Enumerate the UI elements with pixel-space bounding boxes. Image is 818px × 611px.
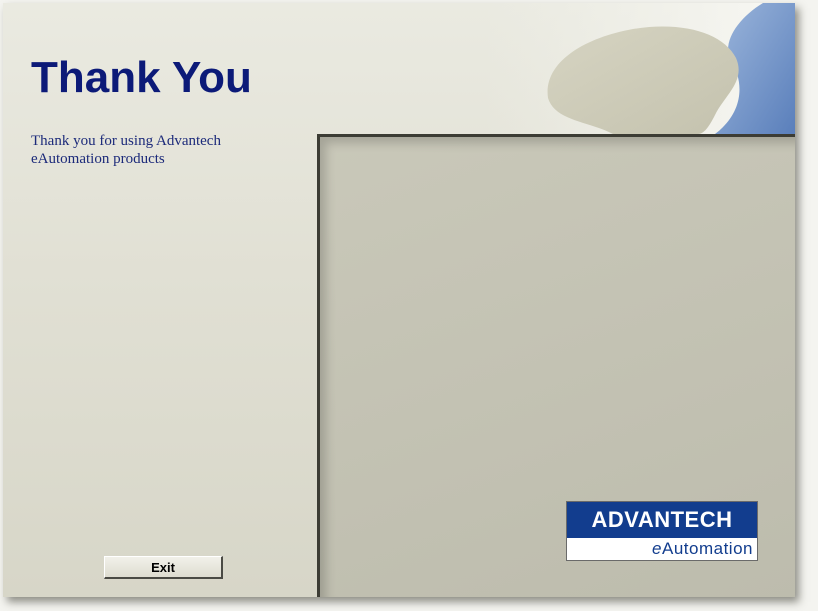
logo-brand-text: ADVANTECH — [567, 502, 757, 538]
thank-you-window: Thank You Thank you for using Advantech … — [3, 3, 795, 597]
thank-you-message: Thank you for using Advantech eAutomatio… — [31, 132, 291, 168]
installer-screen: Thank You Thank you for using Advantech … — [0, 0, 818, 611]
logo-tagline-italic-e: e — [652, 539, 662, 558]
content-panel: ADVANTECH eAutomation — [317, 134, 795, 597]
advantech-logo: ADVANTECH eAutomation — [566, 501, 758, 561]
exit-button[interactable]: Exit — [104, 556, 223, 579]
logo-tagline: eAutomation — [652, 539, 753, 559]
page-title: Thank You — [31, 53, 252, 102]
message-line-1: Thank you for using Advantech — [31, 133, 221, 149]
message-line-2: eAutomation products — [31, 151, 165, 167]
logo-tagline-rest: Automation — [662, 539, 753, 558]
